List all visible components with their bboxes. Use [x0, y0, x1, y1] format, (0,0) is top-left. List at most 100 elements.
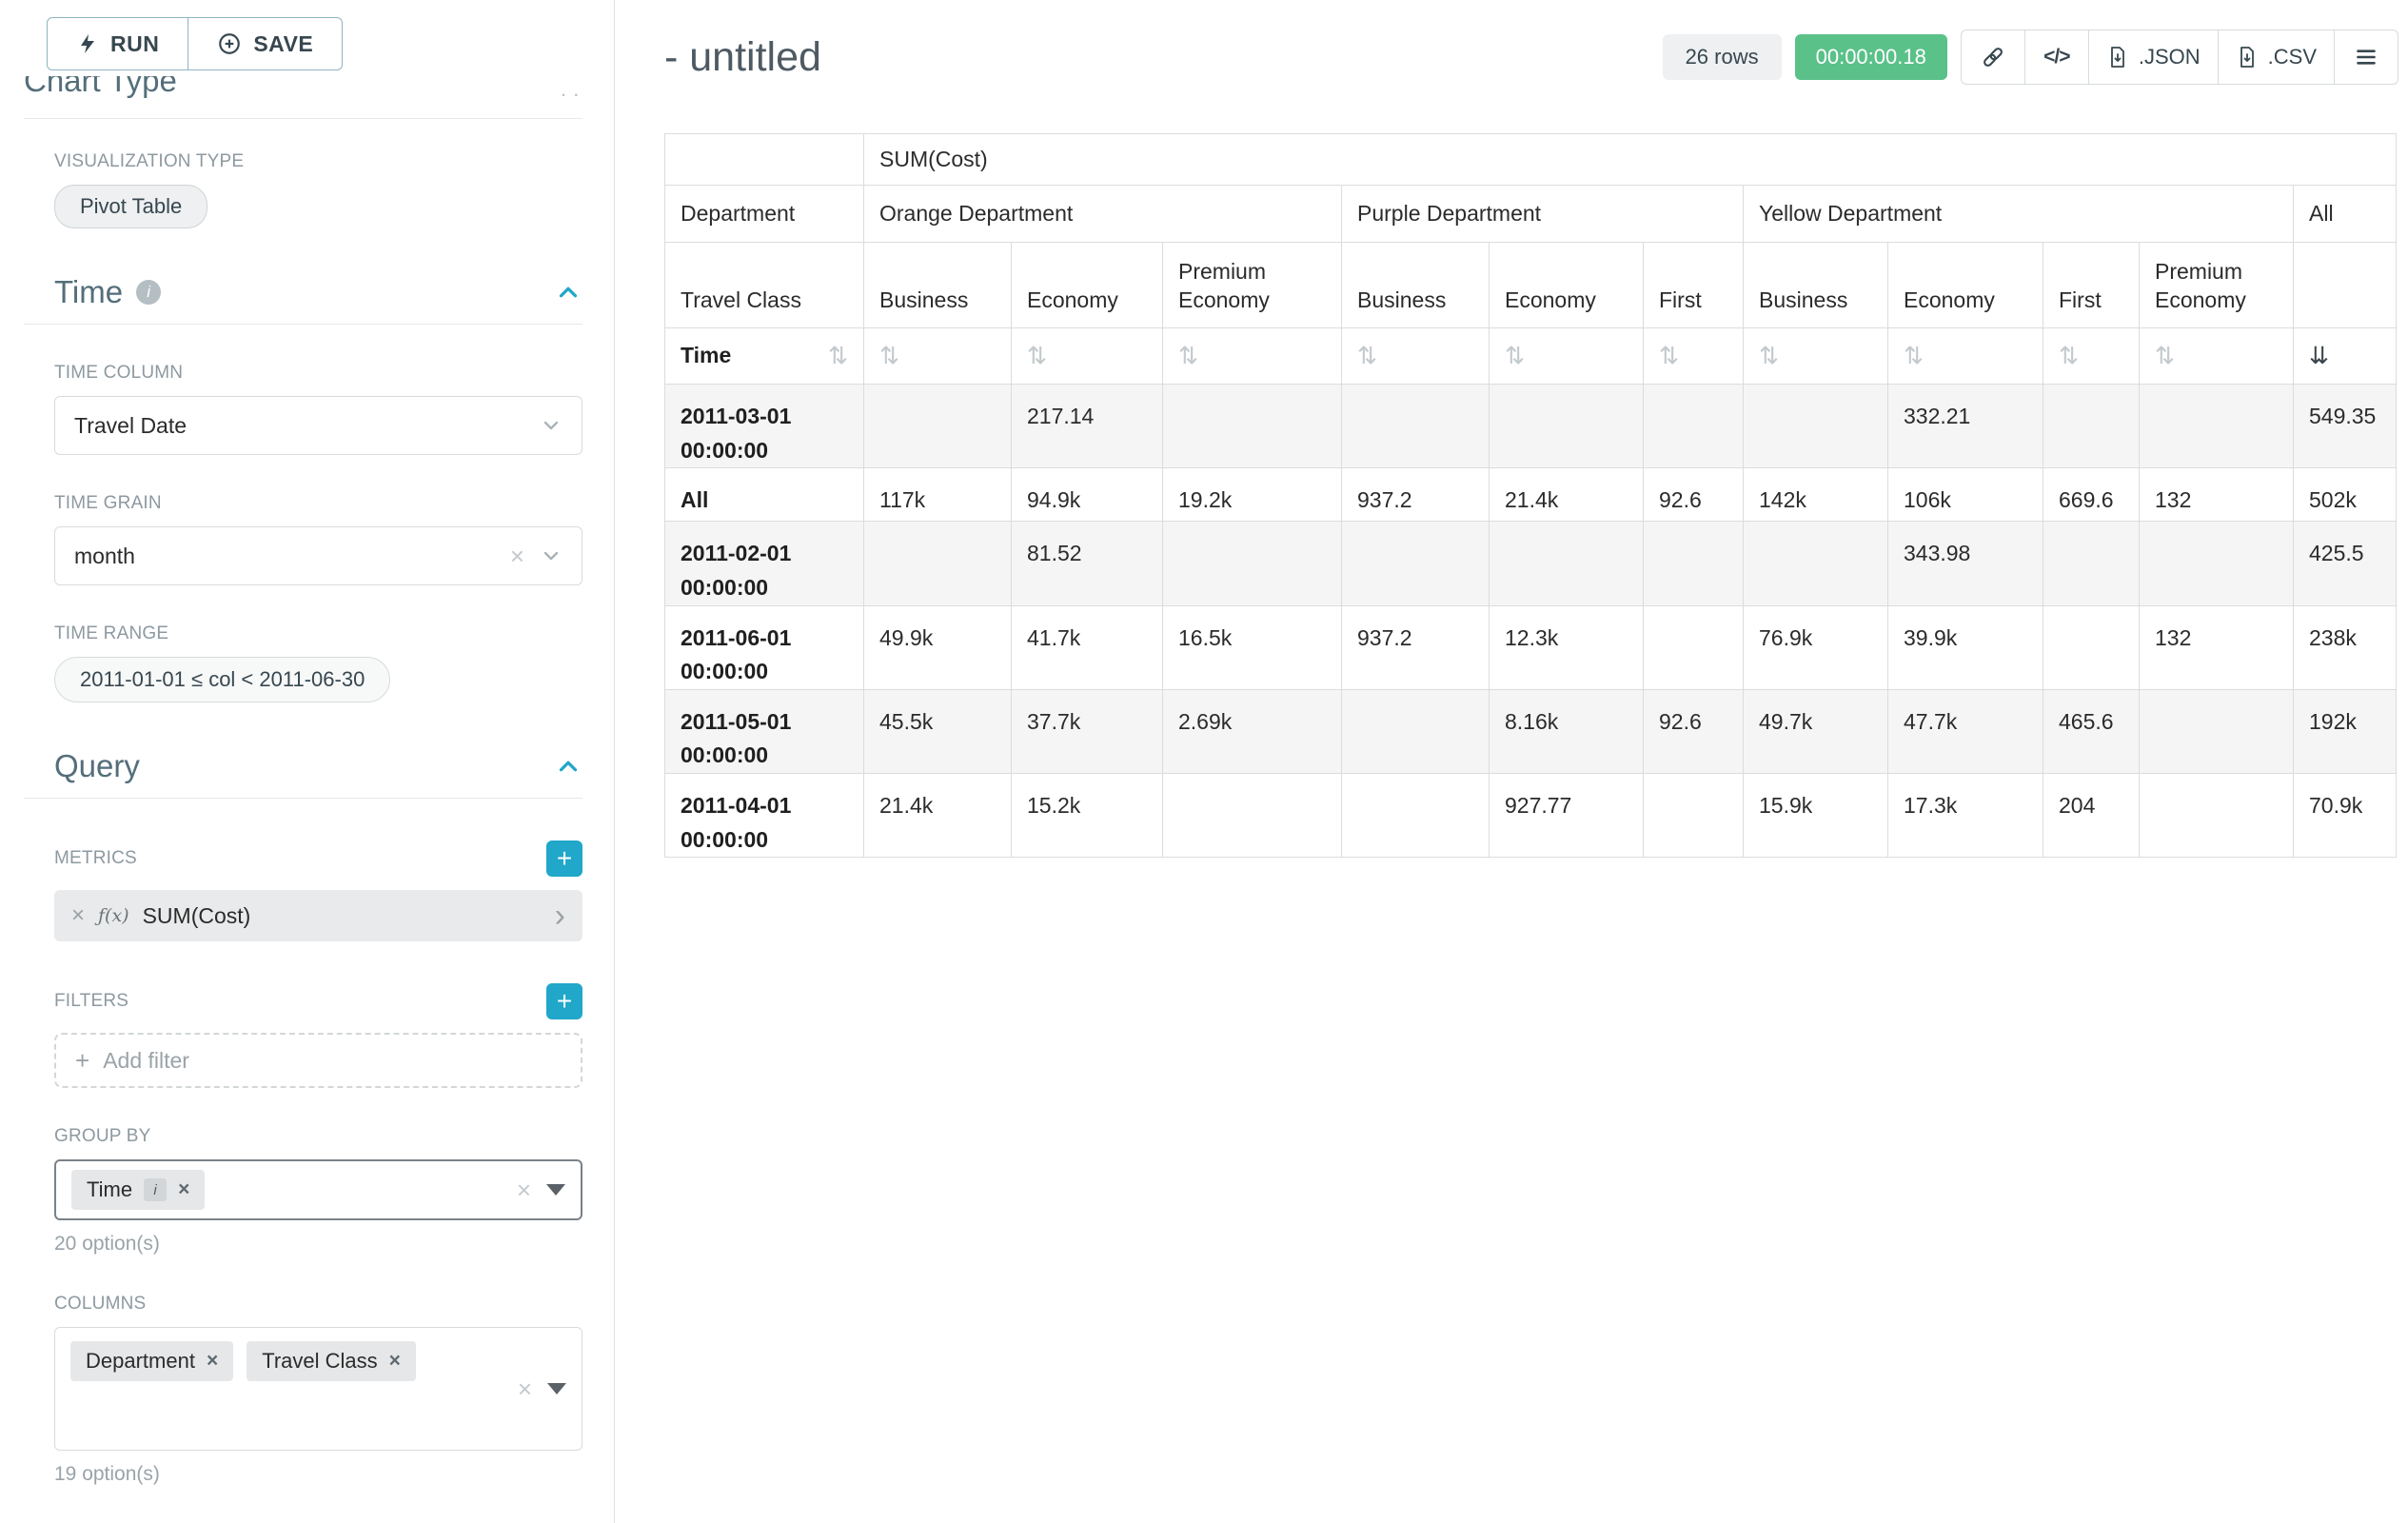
pivot-sort-cell: ⇅ — [2043, 328, 2140, 385]
export-csv-button[interactable]: .CSV — [2218, 30, 2335, 85]
time-grain-select[interactable]: month × — [54, 526, 582, 585]
pivot-value-cell — [2043, 522, 2140, 605]
pivot-all-header: All — [2294, 186, 2397, 243]
chevron-up-icon[interactable] — [554, 752, 582, 781]
sort-icon[interactable]: ⇅ — [1505, 343, 1525, 369]
pivot-value-cell — [1644, 522, 1744, 605]
sort-descending-icon[interactable]: ⇊ — [2309, 343, 2329, 369]
metric-chip[interactable]: × ƒ(x) SUM(Cost) › — [54, 890, 582, 941]
pivot-value-cell — [864, 522, 1012, 605]
sort-icon[interactable]: ⇅ — [879, 343, 899, 369]
pivot-value-cell: 217.14 — [1012, 385, 1163, 468]
chart-title[interactable]: - untitled — [664, 34, 821, 81]
pivot-value-cell: 15.9k — [1744, 774, 1888, 858]
chevron-up-icon[interactable] — [554, 278, 582, 307]
sort-icon[interactable]: ⇅ — [2155, 343, 2175, 369]
info-icon: i — [136, 280, 161, 305]
add-metric-button[interactable]: + — [546, 841, 582, 877]
sort-icon[interactable]: ⇅ — [1759, 343, 1779, 369]
caret-down-icon[interactable] — [547, 1383, 566, 1394]
add-filter-button[interactable]: + Add filter — [54, 1033, 582, 1088]
pivot-value-cell — [1644, 605, 1744, 689]
clear-icon[interactable]: × — [517, 1177, 531, 1202]
sort-icon[interactable]: ⇅ — [2059, 343, 2079, 369]
lightning-icon — [76, 32, 99, 55]
time-range-pill[interactable]: 2011-01-01 ≤ col < 2011-06-30 — [54, 657, 390, 702]
pivot-value-cell: 49.9k — [864, 605, 1012, 689]
pivot-row: All117k94.9k19.2k937.221.4k92.6142k106k6… — [665, 468, 2397, 522]
pivot-row-label: 2011-02-01 00:00:00 — [665, 522, 864, 605]
group-by-chip[interactable]: Time i × — [71, 1170, 205, 1210]
chevron-right-icon[interactable]: › — [555, 900, 565, 932]
results-toolbar: 26 rows 00:00:00.18 </> — [1663, 30, 2398, 85]
pivot-value-cell: 16.5k — [1163, 605, 1342, 689]
view-query-button[interactable]: </> — [2024, 30, 2089, 85]
menu-button[interactable] — [2334, 30, 2398, 85]
columns-chip[interactable]: Department × — [70, 1341, 233, 1381]
columns-label: COLUMNS — [54, 1294, 582, 1315]
add-filter-plus-button[interactable]: + — [546, 983, 582, 1019]
sort-icon[interactable]: ⇅ — [1904, 343, 1924, 369]
pivot-value-cell — [1342, 689, 1490, 773]
columns-select[interactable]: Department × Travel Class × × — [54, 1327, 582, 1451]
pivot-value-cell: 92.6 — [1644, 468, 1744, 522]
save-button-label: SAVE — [253, 31, 313, 57]
columns-chip[interactable]: Travel Class × — [247, 1341, 416, 1381]
pivot-row: 2011-06-01 00:00:0049.9k41.7k16.5k937.21… — [665, 605, 2397, 689]
save-button[interactable]: SAVE — [188, 17, 343, 70]
pivot-value-cell: 238k — [2294, 605, 2397, 689]
pivot-value-cell: 502k — [2294, 468, 2397, 522]
clear-icon[interactable]: × — [518, 1376, 532, 1401]
pivot-sort-cell: ⇅ — [1012, 328, 1163, 385]
remove-chip-icon[interactable]: × — [207, 1350, 218, 1373]
export-csv-label: .CSV — [2268, 45, 2317, 69]
collapse-chevron-partial-icon[interactable]: ·· — [560, 82, 585, 107]
pivot-value-cell — [2140, 385, 2294, 468]
divider — [24, 324, 582, 325]
run-save-toolbar: RUN SAVE — [0, 0, 614, 70]
visualization-type-pill[interactable]: Pivot Table — [54, 185, 207, 228]
pivot-value-cell — [2140, 774, 2294, 858]
pivot-value-cell: 132 — [2140, 605, 2294, 689]
pivot-sort-cell: ⇅ — [1342, 328, 1490, 385]
pivot-value-cell: 927.77 — [1490, 774, 1644, 858]
pivot-value-cell: 549.35 — [2294, 385, 2397, 468]
export-json-button[interactable]: .JSON — [2088, 30, 2219, 85]
time-column-select[interactable]: Travel Date — [54, 396, 582, 455]
pivot-value-cell — [1163, 522, 1342, 605]
query-section-title: Query — [54, 748, 140, 784]
pivot-sort-cell: ⇅ — [1490, 328, 1644, 385]
pivot-value-cell: 70.9k — [2294, 774, 2397, 858]
remove-metric-icon[interactable]: × — [71, 902, 85, 929]
pivot-value-cell: 49.7k — [1744, 689, 1888, 773]
sort-icon[interactable]: ⇅ — [1659, 343, 1679, 369]
sort-icon[interactable]: ⇅ — [1027, 343, 1047, 369]
caret-down-icon[interactable] — [546, 1184, 565, 1196]
pivot-row: 2011-03-01 00:00:00217.14332.21549.35 — [665, 385, 2397, 468]
run-button[interactable]: RUN — [47, 17, 188, 70]
pivot-value-cell: 94.9k — [1012, 468, 1163, 522]
sort-icon[interactable]: ⇅ — [828, 341, 848, 372]
pivot-metric-header: SUM(Cost) — [864, 134, 2397, 186]
group-by-select[interactable]: Time i × × — [54, 1159, 582, 1220]
pivot-group-header: Purple Department — [1342, 186, 1744, 243]
share-link-button[interactable] — [1961, 30, 2025, 85]
pivot-value-cell: 17.3k — [1888, 774, 2043, 858]
pivot-value-cell: 669.6 — [2043, 468, 2140, 522]
pivot-value-cell — [2043, 385, 2140, 468]
remove-chip-icon[interactable]: × — [178, 1178, 189, 1201]
columns-chip-label: Department — [86, 1349, 195, 1374]
code-icon: </> — [2043, 46, 2069, 69]
group-by-chip-label: Time — [87, 1177, 132, 1202]
query-section-header[interactable]: Query — [54, 748, 582, 784]
remove-chip-icon[interactable]: × — [389, 1350, 401, 1373]
pivot-sort-cell: ⇅ — [864, 328, 1012, 385]
time-section-header[interactable]: Time i — [54, 274, 582, 310]
clear-icon[interactable]: × — [510, 544, 524, 568]
divider — [24, 798, 582, 799]
metric-name: SUM(Cost) — [143, 903, 542, 929]
sort-icon[interactable]: ⇅ — [1357, 343, 1377, 369]
info-icon: i — [144, 1178, 167, 1201]
pivot-value-cell: 142k — [1744, 468, 1888, 522]
sort-icon[interactable]: ⇅ — [1178, 343, 1198, 369]
